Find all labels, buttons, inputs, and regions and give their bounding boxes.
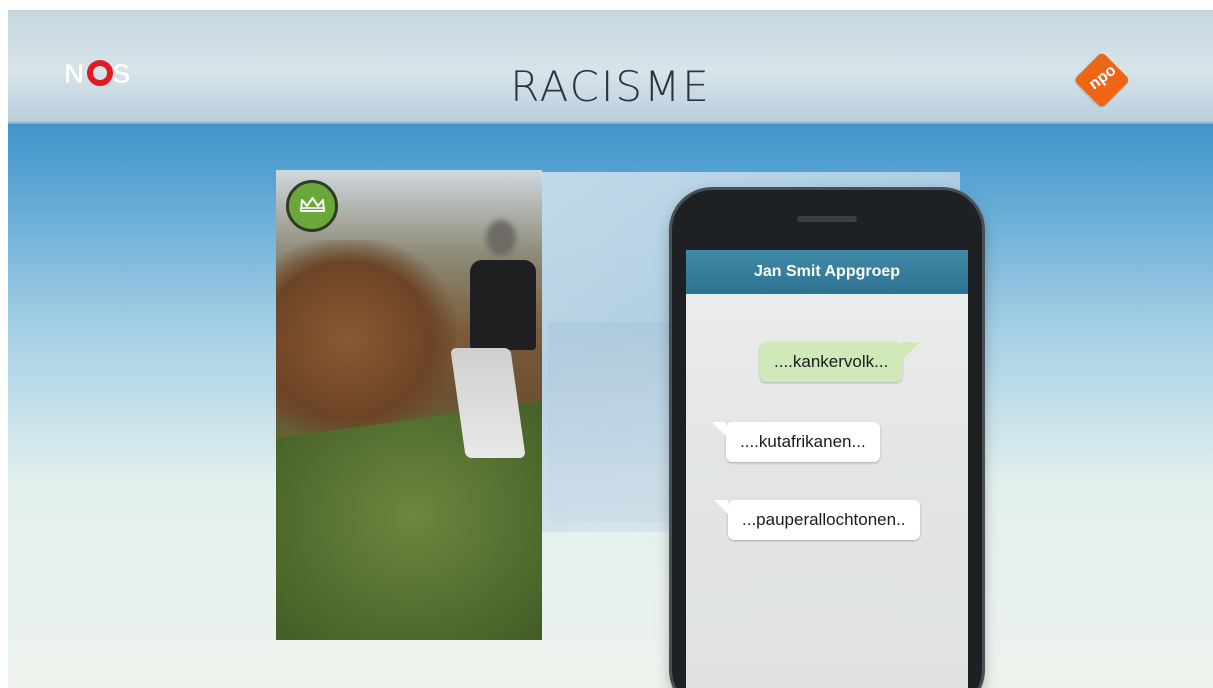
chat-screen: Jan Smit Appgroep ....kankervolk... ....… bbox=[686, 250, 968, 688]
page-title: RACISME bbox=[510, 62, 711, 111]
blurred-face bbox=[486, 220, 516, 256]
person-torso bbox=[470, 260, 536, 350]
message-bubble-received: ....kutafrikanen... bbox=[712, 422, 880, 462]
chat-title: Jan Smit Appgroep bbox=[686, 250, 968, 294]
header-bar: N S RACISME npo bbox=[8, 10, 1213, 124]
bush-shape bbox=[276, 240, 456, 440]
phone-speaker bbox=[797, 216, 857, 222]
crown-badge bbox=[286, 180, 338, 232]
message-bubble-sent: ....kankervolk... bbox=[760, 342, 921, 382]
message-bubble-received: ...pauperallochtonen.. bbox=[714, 500, 920, 540]
npo-logo: npo bbox=[1073, 51, 1132, 110]
crown-icon bbox=[300, 197, 325, 212]
tv-screen: N S RACISME npo Jan Smit Appgroep ....ka bbox=[8, 10, 1213, 688]
photo-person-blurred bbox=[276, 170, 542, 640]
phone-mockup: Jan Smit Appgroep ....kankervolk... ....… bbox=[672, 190, 982, 688]
